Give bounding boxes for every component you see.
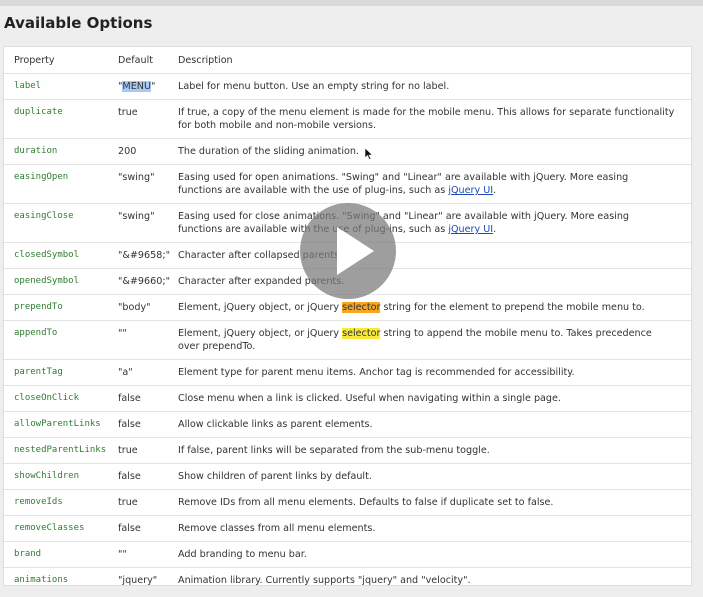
default-value: "" bbox=[118, 541, 178, 568]
play-icon bbox=[337, 227, 374, 275]
description: If false, parent links will be separated… bbox=[178, 437, 691, 464]
page-title: Available Options bbox=[4, 14, 153, 32]
property-name: appendTo bbox=[4, 320, 118, 360]
default-value: "" bbox=[118, 320, 178, 360]
table-row: removeIds true Remove IDs from all menu … bbox=[4, 489, 691, 516]
selected-text: MENU bbox=[122, 81, 151, 92]
mouse-cursor-icon bbox=[364, 148, 374, 160]
default-value: "MENU" bbox=[118, 73, 178, 100]
property-name: duplicate bbox=[4, 99, 118, 139]
property-name: easingClose bbox=[4, 203, 118, 243]
description: Element, jQuery object, or jQuery select… bbox=[178, 294, 691, 321]
play-button[interactable] bbox=[300, 203, 396, 299]
default-value: false bbox=[118, 515, 178, 542]
table-row: duration 200 The duration of the sliding… bbox=[4, 138, 691, 165]
default-value: "jquery" bbox=[118, 567, 178, 593]
property-name: allowParentLinks bbox=[4, 411, 118, 438]
table-row: allowParentLinks false Allow clickable l… bbox=[4, 411, 691, 438]
description: Element, jQuery object, or jQuery select… bbox=[178, 320, 691, 360]
column-header-default: Default bbox=[118, 54, 154, 66]
property-name: closeOnClick bbox=[4, 385, 118, 412]
default-value: true bbox=[118, 489, 178, 516]
default-value: "a" bbox=[118, 359, 178, 386]
property-name: brand bbox=[4, 541, 118, 568]
description-text: Element, jQuery object, or jQuery bbox=[178, 328, 343, 339]
description-text: string for the element to prepend the mo… bbox=[380, 302, 645, 313]
column-header-description: Description bbox=[178, 54, 233, 66]
description-text: Element, jQuery object, or jQuery bbox=[178, 302, 343, 313]
table-row: showChildren false Show children of pare… bbox=[4, 463, 691, 490]
jquery-ui-link[interactable]: jQuery UI bbox=[448, 224, 493, 235]
default-value: false bbox=[118, 463, 178, 490]
description: Close menu when a link is clicked. Usefu… bbox=[178, 385, 691, 412]
description: Remove IDs from all menu elements. Defau… bbox=[178, 489, 691, 516]
description: The duration of the sliding animation. bbox=[178, 138, 691, 165]
description: Easing used for open animations. "Swing"… bbox=[178, 164, 691, 204]
default-value: "body" bbox=[118, 294, 178, 321]
property-name: animations bbox=[4, 567, 118, 593]
description: If true, a copy of the menu element is m… bbox=[178, 99, 691, 139]
table-row: label "MENU" Label for menu button. Use … bbox=[4, 73, 691, 100]
property-name: closedSymbol bbox=[4, 242, 118, 269]
table-row: brand "" Add branding to menu bar. bbox=[4, 541, 691, 568]
jquery-ui-link[interactable]: jQuery UI bbox=[448, 185, 493, 196]
default-value: "&#9660;" bbox=[118, 268, 178, 295]
property-name: removeClasses bbox=[4, 515, 118, 542]
description-text: . bbox=[493, 185, 497, 196]
options-table-card: Property Default Description label "MENU… bbox=[3, 46, 692, 593]
options-table: Property Default Description label "MENU… bbox=[4, 47, 691, 593]
table-row: nestedParentLinks true If false, parent … bbox=[4, 437, 691, 464]
description: Character after collapsed parents. bbox=[178, 242, 691, 269]
highlighted-word: selector bbox=[342, 328, 381, 339]
table-header-row: Property Default Description bbox=[4, 47, 691, 74]
default-value: true bbox=[118, 99, 178, 139]
description: Add branding to menu bar. bbox=[178, 541, 691, 568]
description: Easing used for close animations. "Swing… bbox=[178, 203, 691, 243]
default-value: false bbox=[118, 385, 178, 412]
description: Animation library. Currently supports "j… bbox=[178, 567, 691, 593]
table-row: animations "jquery" Animation library. C… bbox=[4, 567, 691, 593]
property-name: parentTag bbox=[4, 359, 118, 386]
table-row: duplicate true If true, a copy of the me… bbox=[4, 99, 691, 139]
description-text: Easing used for close animations. "Swing… bbox=[178, 211, 630, 235]
table-row: parentTag "a" Element type for parent me… bbox=[4, 359, 691, 386]
property-name: prependTo bbox=[4, 294, 118, 321]
description: Label for menu button. Use an empty stri… bbox=[178, 73, 691, 100]
default-value: 200 bbox=[118, 138, 178, 165]
description: Remove classes from all menu elements. bbox=[178, 515, 691, 542]
highlighted-word: selector bbox=[342, 302, 381, 313]
top-bar bbox=[0, 0, 703, 6]
property-name: nestedParentLinks bbox=[4, 437, 118, 464]
property-name: easingOpen bbox=[4, 164, 118, 204]
description: Character after expanded parents. bbox=[178, 268, 691, 295]
description: Element type for parent menu items. Anch… bbox=[178, 359, 691, 386]
description: Allow clickable links as parent elements… bbox=[178, 411, 691, 438]
description-text: Easing used for open animations. "Swing"… bbox=[178, 172, 629, 196]
default-value: true bbox=[118, 437, 178, 464]
column-header-property: Property bbox=[14, 54, 55, 66]
default-value: "swing" bbox=[118, 203, 178, 243]
property-name: showChildren bbox=[4, 463, 118, 490]
table-row: removeClasses false Remove classes from … bbox=[4, 515, 691, 542]
property-name: removeIds bbox=[4, 489, 118, 516]
property-name: duration bbox=[4, 138, 118, 165]
table-row: easingOpen "swing" Easing used for open … bbox=[4, 164, 691, 204]
description: Show children of parent links by default… bbox=[178, 463, 691, 490]
default-value: false bbox=[118, 411, 178, 438]
description-text: . bbox=[493, 224, 497, 235]
default-value: "swing" bbox=[118, 164, 178, 204]
property-name: label bbox=[4, 73, 118, 100]
property-name: openedSymbol bbox=[4, 268, 118, 295]
default-value: "&#9658;" bbox=[118, 242, 178, 269]
table-row: closeOnClick false Close menu when a lin… bbox=[4, 385, 691, 412]
table-row: appendTo "" Element, jQuery object, or j… bbox=[4, 320, 691, 360]
